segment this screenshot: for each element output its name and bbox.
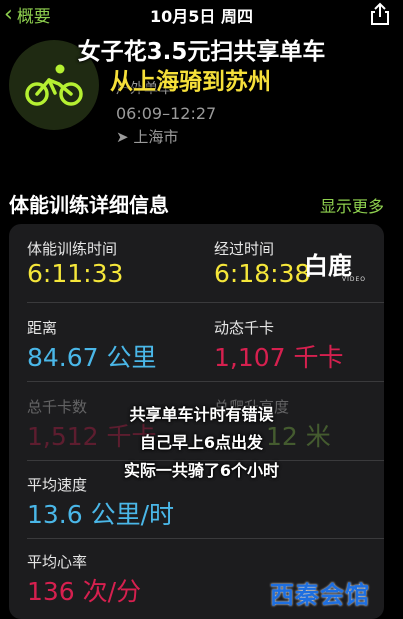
elapsed-time-value: 6:18:38 (214, 259, 311, 288)
active-kcal-value: 1,107 千卡 (214, 343, 344, 372)
caption-line: 自己早上6点出发 (139, 433, 264, 452)
caption-line: 实际一共骑了6个小时 (123, 461, 280, 480)
share-icon[interactable] (369, 2, 391, 25)
divider (27, 302, 384, 303)
caption-title-line2: 从上海骑到苏州 (110, 69, 271, 95)
watermark-bottom: 西秦会馆 (270, 581, 370, 609)
elapsed-time-label: 经过时间 (214, 240, 275, 258)
distance-value: 84.67 公里 (27, 343, 157, 372)
avg-hr-value: 136 次/分 (27, 577, 142, 606)
caption-title-line1: 女子花3.5元扫共享单车 (77, 39, 326, 65)
show-more-link[interactable]: 显示更多 (320, 193, 384, 217)
divider (27, 538, 384, 539)
section-title: 体能训练详细信息 (9, 193, 169, 217)
avg-hr-label: 平均心率 (27, 553, 88, 571)
page-title: 10月5日 周四 (150, 7, 253, 26)
divider (27, 381, 384, 382)
distance-label: 距离 (27, 319, 58, 337)
workout-location: ➤ 上海市 (116, 128, 179, 146)
watermark-logo: 白鹿 (304, 252, 352, 280)
workout-time-value: 6:11:33 (27, 259, 124, 288)
workout-time-label: 体能训练时间 (27, 240, 118, 258)
workout-time-range: 06:09–12:27 (116, 104, 217, 123)
active-kcal-label: 动态千卡 (214, 319, 275, 337)
caption-line: 共享单车计时有错误 (129, 405, 274, 424)
avg-speed-value: 13.6 公里/时 (27, 500, 175, 529)
location-arrow-icon: ➤ (116, 128, 129, 146)
watermark-sub: VIDEO (342, 276, 367, 283)
